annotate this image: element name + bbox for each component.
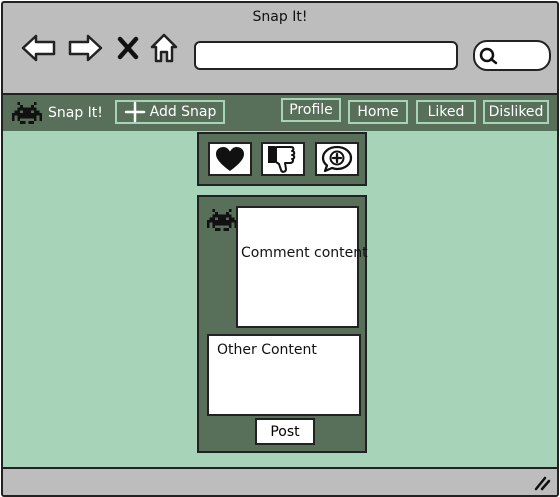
plus-icon — [124, 101, 145, 123]
post-button[interactable]: Post — [255, 418, 315, 445]
add-snap-label: Add Snap — [149, 104, 217, 120]
search-icon — [479, 47, 498, 65]
address-bar[interactable] — [194, 41, 458, 70]
home-icon[interactable] — [148, 32, 180, 68]
post-card: Comment content Other Content Post — [197, 195, 368, 453]
search-box[interactable] — [473, 40, 551, 71]
thumbs-down-icon — [268, 146, 296, 173]
comment-box — [236, 206, 359, 328]
disliked-button[interactable]: Disliked — [483, 100, 549, 124]
window-title: Snap It! — [252, 9, 308, 25]
content-area: Comment content Other Content Post — [3, 131, 557, 469]
app-navbar: Snap It! Add Snap Profile Home Liked Dis… — [3, 93, 557, 133]
comment-button[interactable] — [315, 142, 359, 176]
browser-window: Snap It! Snap It! Add Snap Profile Home … — [1, 1, 559, 497]
resize-grip-icon[interactable] — [533, 475, 551, 491]
close-icon[interactable] — [117, 36, 139, 64]
dislike-button[interactable] — [261, 142, 305, 176]
heart-icon — [216, 147, 244, 171]
comment-plus-icon — [321, 145, 353, 173]
comment-content: Comment content — [241, 245, 368, 261]
back-arrow-icon[interactable] — [21, 33, 57, 67]
reaction-toolbar — [197, 132, 367, 186]
brand[interactable]: Snap It! — [12, 99, 103, 127]
home-button[interactable]: Home — [348, 100, 408, 124]
forward-arrow-icon[interactable] — [67, 33, 103, 67]
other-content-input[interactable]: Other Content — [207, 334, 361, 416]
liked-button[interactable]: Liked — [416, 100, 476, 124]
status-bar — [3, 467, 557, 495]
space-invader-icon — [207, 209, 237, 231]
space-invader-icon — [12, 102, 42, 124]
like-button[interactable] — [208, 142, 252, 176]
brand-name: Snap It! — [48, 105, 103, 121]
profile-button[interactable]: Profile — [281, 98, 341, 122]
add-snap-button[interactable]: Add Snap — [115, 100, 225, 124]
